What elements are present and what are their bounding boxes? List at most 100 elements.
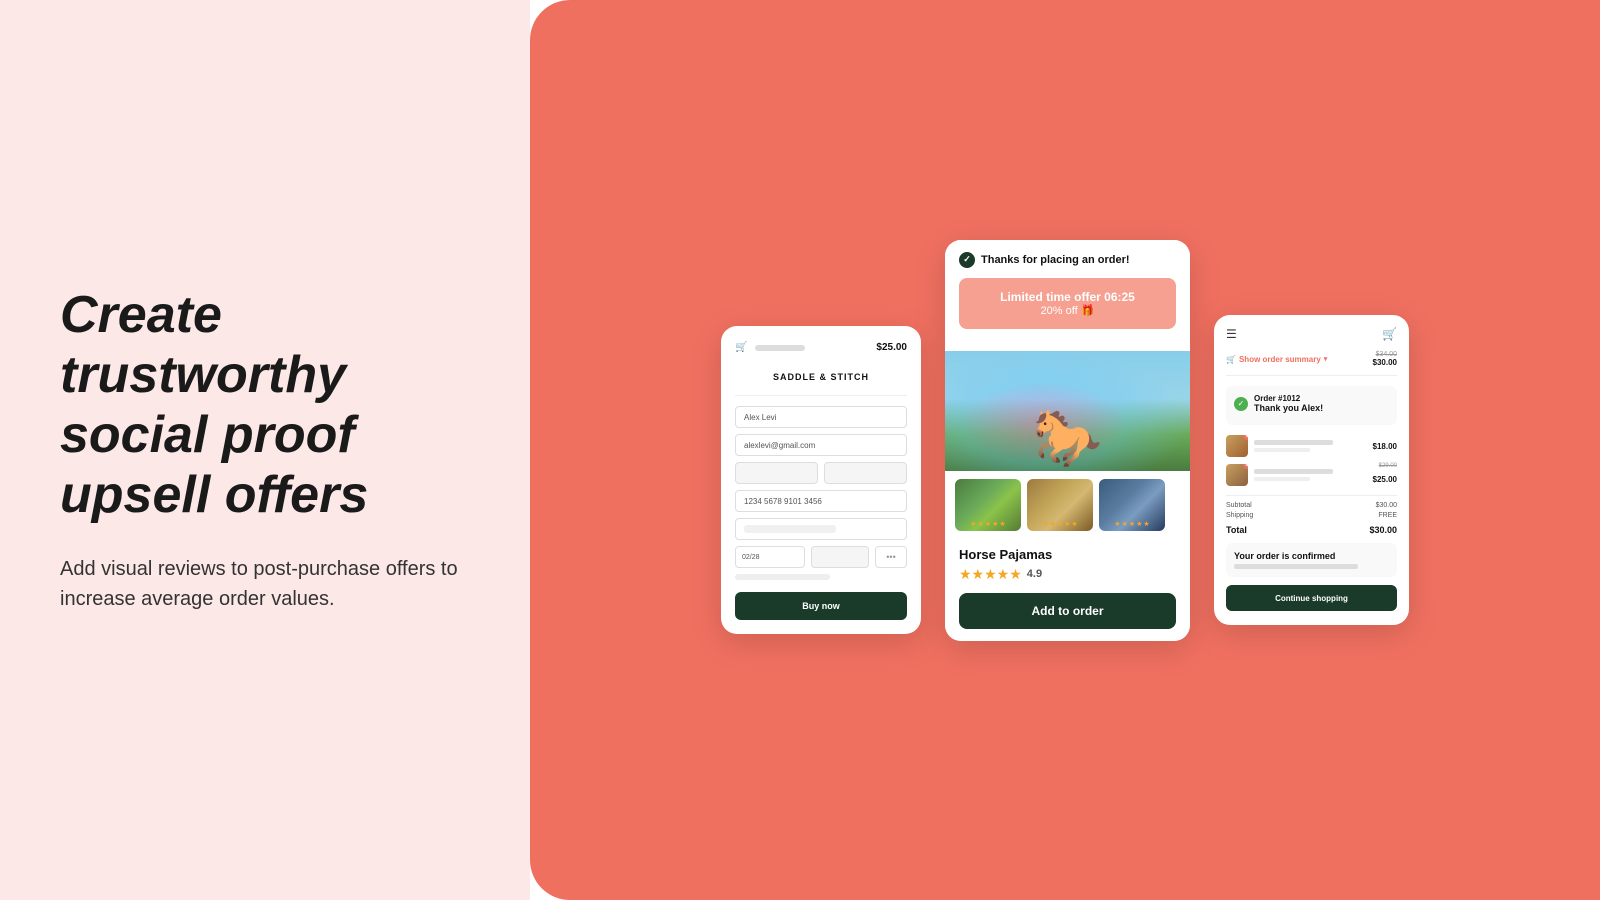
country-row bbox=[735, 462, 907, 484]
item-1-price: $18.00 bbox=[1373, 442, 1397, 451]
item-2-price: $25.00 bbox=[1373, 475, 1397, 484]
thumbnails-row: ★ ★ ★ ★ ★ ★ ★ ★ ★ ★ bbox=[945, 471, 1190, 539]
shipping-value: FREE bbox=[1378, 512, 1397, 519]
name-field[interactable]: Alex Levi bbox=[735, 406, 907, 428]
item-2-name bbox=[1254, 469, 1333, 474]
month-field[interactable] bbox=[811, 546, 869, 568]
card-number-field[interactable]: 1234 5678 9101 3456 bbox=[735, 490, 907, 512]
thumb-2[interactable]: ★ ★ ★ ★ ★ bbox=[1027, 479, 1093, 531]
thanks-check-icon: ✓ bbox=[959, 252, 975, 268]
checkout-card: 🛒 $25.00 SADDLE & STITCH Alex Levi alexl… bbox=[721, 326, 921, 634]
order-items: 1 $18.00 2 $29.00 $25 bbox=[1226, 435, 1397, 487]
item-2-desc bbox=[1254, 477, 1310, 481]
total-label: Total bbox=[1226, 525, 1247, 535]
email-value: alexlevi@gmail.com bbox=[744, 441, 815, 450]
expiry-field[interactable]: 02/28 bbox=[735, 546, 805, 568]
card1-header: 🛒 $25.00 bbox=[735, 342, 907, 353]
subtotal-label: Subtotal bbox=[1226, 502, 1252, 509]
item-2-thumb: 2 bbox=[1226, 464, 1248, 486]
order-check-icon: ✓ bbox=[1234, 397, 1248, 411]
order-details: Order #1012 Thank you Alex! bbox=[1254, 394, 1323, 413]
thanks-bar: ✓ Thanks for placing an order! bbox=[959, 252, 1176, 268]
subtotal-value: $30.00 bbox=[1376, 502, 1397, 509]
thumb-2-stars: ★ ★ ★ ★ ★ bbox=[1042, 520, 1077, 528]
thanks-text: Thanks for placing an order! bbox=[981, 254, 1130, 266]
item-1-desc bbox=[1254, 448, 1310, 452]
address-field[interactable] bbox=[735, 518, 907, 540]
item-2-badge: 2 bbox=[1243, 464, 1248, 469]
confirmed-msg-box: Your order is confirmed bbox=[1226, 543, 1397, 577]
price-current: $30.00 bbox=[1373, 358, 1397, 367]
horse-figure: 🐎 bbox=[1033, 410, 1103, 466]
cvv-dots: ••• bbox=[886, 552, 895, 562]
region-field[interactable] bbox=[824, 462, 907, 484]
upsell-bottom: Horse Pajamas ★★★★★ 4.9 Add to order bbox=[945, 539, 1190, 641]
card1-price: $25.00 bbox=[876, 342, 907, 353]
item-2-prices: $29.00 $25.00 bbox=[1373, 463, 1397, 487]
expiry-row: 02/28 ••• bbox=[735, 546, 907, 568]
thumb-3[interactable]: ★ ★ ★ ★ ★ bbox=[1099, 479, 1165, 531]
limited-offer-banner: Limited time offer 06:25 20% off 🎁 bbox=[959, 278, 1176, 329]
continue-shopping-button[interactable]: Continue shopping bbox=[1226, 585, 1397, 611]
email-field[interactable]: alexlevi@gmail.com bbox=[735, 434, 907, 456]
card-number-value: 1234 5678 9101 3456 bbox=[744, 497, 822, 506]
subtotal-row: Subtotal $30.00 bbox=[1226, 502, 1397, 509]
shipping-label: Shipping bbox=[1226, 512, 1253, 519]
price-original: $34.00 bbox=[1373, 351, 1397, 358]
divider bbox=[735, 395, 907, 396]
horse-main-image: 🐎 bbox=[945, 351, 1190, 471]
summary-label: Show order summary bbox=[1239, 355, 1321, 364]
cart-icon-summary: 🛒 bbox=[1226, 355, 1236, 364]
confirmation-card: ☰ 🛒 🛒 Show order summary ▾ $34.00 $30.00… bbox=[1214, 315, 1409, 625]
expiry-value: 02/28 bbox=[742, 554, 760, 561]
item-1-thumb: 1 bbox=[1226, 435, 1248, 457]
order-summary-row: 🛒 Show order summary ▾ $34.00 $30.00 bbox=[1226, 351, 1397, 376]
thank-you-text: Thank you Alex! bbox=[1254, 403, 1323, 413]
product-name: Horse Pajamas bbox=[959, 547, 1176, 562]
country-field[interactable] bbox=[735, 462, 818, 484]
cart-icon-top[interactable]: 🛒 bbox=[1382, 327, 1397, 341]
show-summary-toggle[interactable]: 🛒 Show order summary ▾ bbox=[1226, 355, 1327, 364]
subtext: Add visual reviews to post-purchase offe… bbox=[60, 554, 470, 614]
order-number: Order #1012 bbox=[1254, 394, 1323, 403]
cart-icon-small: 🛒 bbox=[735, 342, 747, 353]
item-2-old-price: $29.00 bbox=[1373, 463, 1397, 469]
confirmed-title: Your order is confirmed bbox=[1234, 551, 1389, 561]
thumb-1[interactable]: ★ ★ ★ ★ ★ bbox=[955, 479, 1021, 531]
thumb-3-stars: ★ ★ ★ ★ ★ bbox=[1114, 520, 1149, 528]
order-item-2: 2 $29.00 $25.00 bbox=[1226, 463, 1397, 487]
total-value: $30.00 bbox=[1369, 525, 1397, 535]
order-confirmed-box: ✓ Order #1012 Thank you Alex! bbox=[1226, 386, 1397, 425]
order-num-row: ✓ Order #1012 Thank you Alex! bbox=[1234, 394, 1389, 413]
product-rating: ★★★★★ 4.9 bbox=[959, 566, 1176, 583]
subtotals: Subtotal $30.00 Shipping FREE bbox=[1226, 495, 1397, 519]
buy-now-button[interactable]: Buy now bbox=[735, 592, 907, 620]
upsell-top: ✓ Thanks for placing an order! Limited t… bbox=[945, 240, 1190, 351]
left-content: Create trustworthy social proof upsell o… bbox=[60, 286, 470, 613]
order-item-1: 1 $18.00 bbox=[1226, 435, 1397, 457]
cvv-field[interactable]: ••• bbox=[875, 546, 907, 568]
confirmed-bar bbox=[1234, 564, 1358, 569]
add-to-order-button[interactable]: Add to order bbox=[959, 593, 1176, 629]
chevron-down-icon: ▾ bbox=[1324, 355, 1328, 363]
right-panel: 🛒 $25.00 SADDLE & STITCH Alex Levi alexl… bbox=[530, 0, 1600, 900]
item-2-info bbox=[1254, 469, 1367, 481]
offer-timer: Limited time offer 06:25 bbox=[969, 290, 1166, 304]
rating-value: 4.9 bbox=[1027, 568, 1042, 580]
left-panel: Create trustworthy social proof upsell o… bbox=[0, 0, 530, 900]
name-value: Alex Levi bbox=[744, 413, 776, 422]
address-placeholder bbox=[744, 525, 836, 533]
headline: Create trustworthy social proof upsell o… bbox=[60, 286, 470, 525]
store-logo: SADDLE & STITCH bbox=[773, 372, 869, 382]
promo-placeholder bbox=[735, 574, 830, 580]
horse-bg: 🐎 bbox=[945, 351, 1190, 471]
thumb-1-stars: ★ ★ ★ ★ ★ bbox=[970, 520, 1005, 528]
rating-stars: ★★★★★ bbox=[959, 566, 1022, 583]
item-1-name bbox=[1254, 440, 1333, 445]
item-1-badge: 1 bbox=[1243, 435, 1248, 440]
upsell-card: ✓ Thanks for placing an order! Limited t… bbox=[945, 240, 1190, 641]
item-1-info bbox=[1254, 440, 1367, 452]
hamburger-icon[interactable]: ☰ bbox=[1226, 327, 1237, 341]
offer-discount: 20% off 🎁 bbox=[969, 304, 1166, 317]
shipping-row: Shipping FREE bbox=[1226, 512, 1397, 519]
